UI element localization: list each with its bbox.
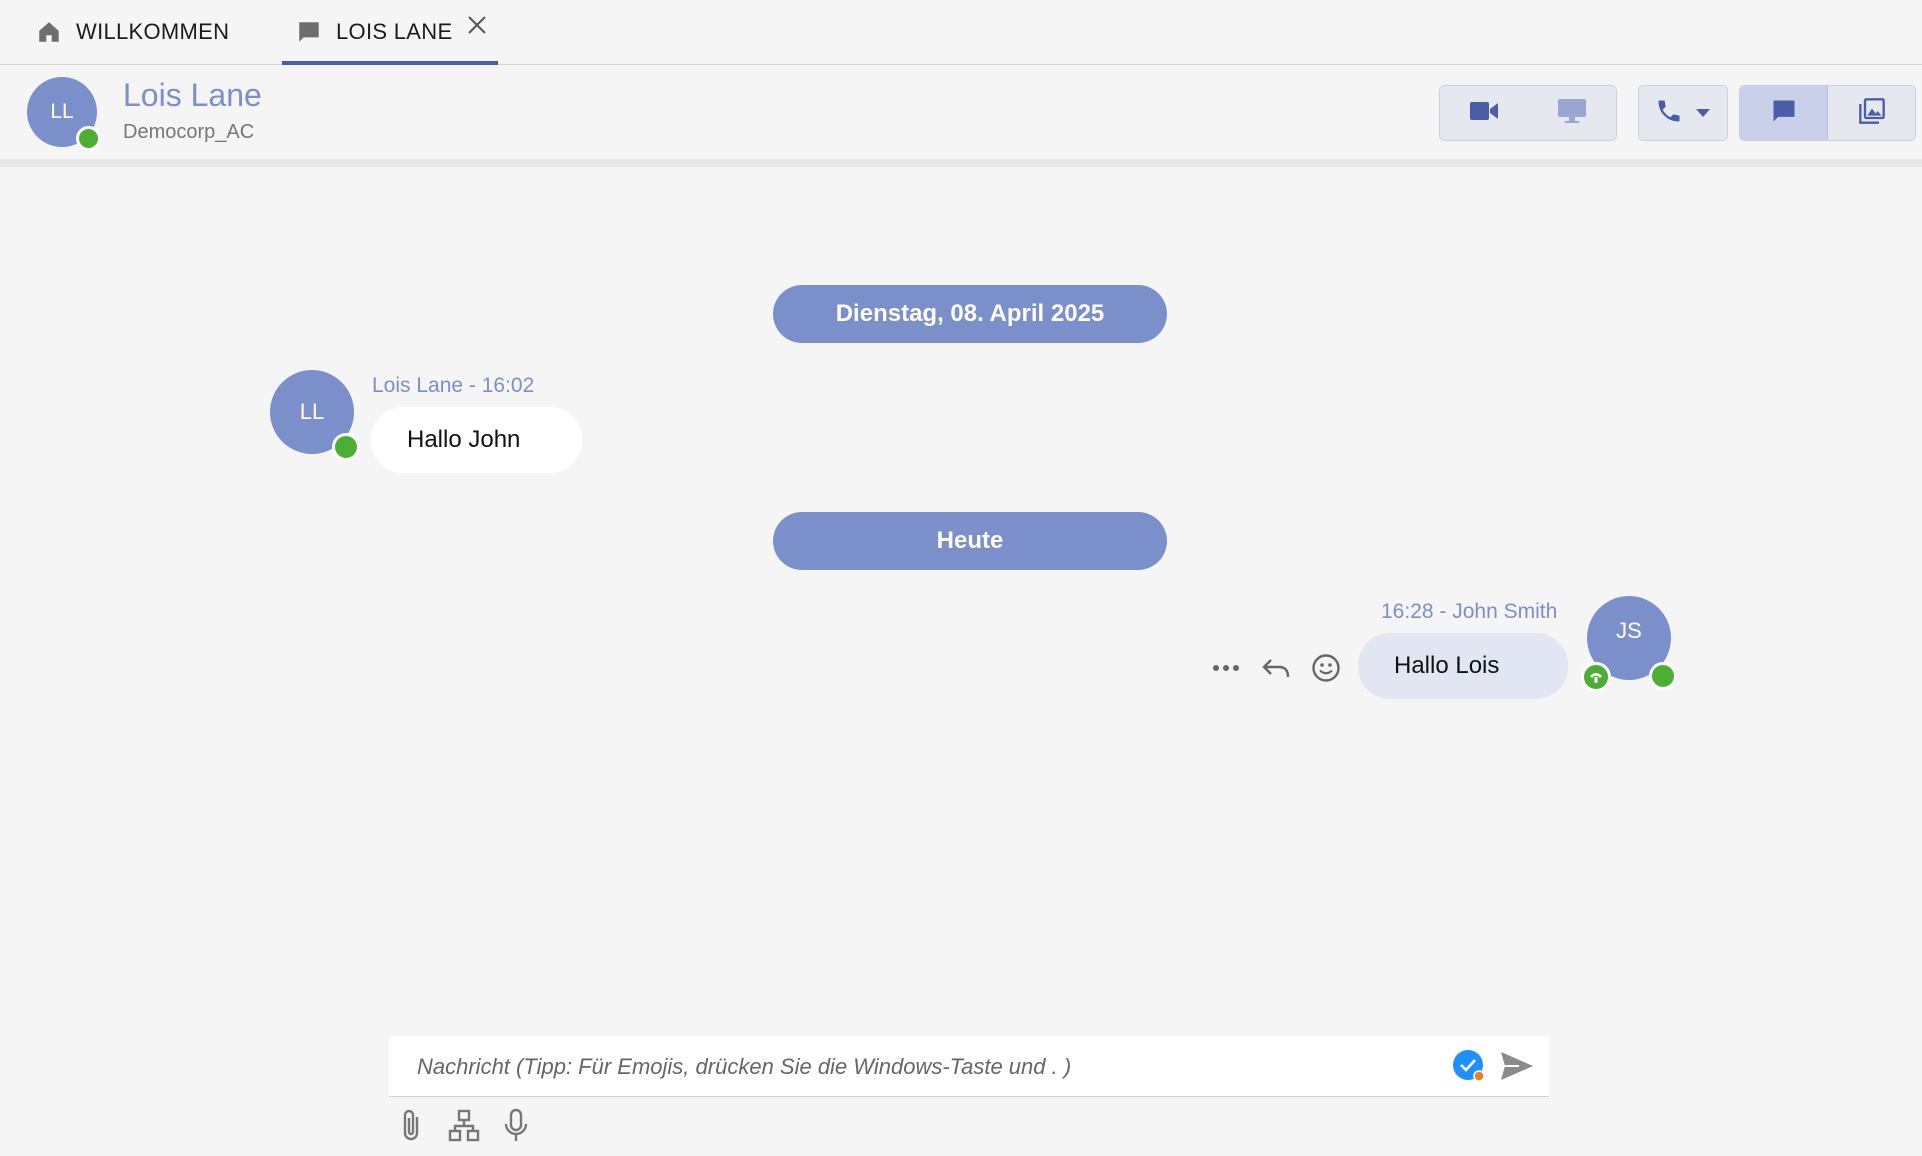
message-meta: Lois Lane - 16:02 <box>372 374 535 397</box>
chat-bubble-icon <box>296 19 322 45</box>
screen-share-button[interactable] <box>1528 86 1616 140</box>
send-icon[interactable] <box>1499 1050 1535 1082</box>
message-text: Hallo Lois <box>1394 652 1500 679</box>
chat-view-button[interactable] <box>1740 86 1828 140</box>
message-bubble-incoming[interactable]: Hallo John <box>371 407 582 473</box>
tab-bar: WILLKOMMEN LOIS LANE <box>0 0 1922 65</box>
reply-icon[interactable] <box>1258 650 1294 686</box>
contact-organization: Democorp_AC <box>123 121 255 143</box>
message-composer <box>389 1036 1549 1097</box>
video-call-icon <box>1468 99 1500 128</box>
phone-call-button[interactable] <box>1639 86 1727 140</box>
contact-header: LL Lois Lane Democorp_AC <box>0 65 1922 167</box>
view-toggle-group <box>1739 85 1916 141</box>
call-button-group <box>1439 85 1617 141</box>
screen-share-icon <box>1557 98 1587 129</box>
more-options-icon[interactable] <box>1208 650 1244 686</box>
microphone-icon[interactable] <box>496 1106 536 1146</box>
message-bubble-outgoing[interactable]: Hallo Lois <box>1358 633 1568 699</box>
avatar[interactable]: LL <box>270 370 360 461</box>
avatar-initials: JS <box>1616 618 1642 643</box>
tab-lois-lane[interactable]: LOIS LANE <box>282 0 499 65</box>
contact-name[interactable]: Lois Lane <box>123 77 262 114</box>
presence-online-indicator <box>1649 662 1677 690</box>
phone-status-icon <box>1581 662 1611 692</box>
avatar[interactable]: JS <box>1581 596 1677 692</box>
tab-label: WILLKOMMEN <box>76 19 230 44</box>
composer-toolbar <box>392 1106 548 1146</box>
spellcheck-icon[interactable] <box>1452 1049 1486 1083</box>
emoji-reaction-icon[interactable] <box>1308 650 1344 686</box>
attachment-icon[interactable] <box>392 1106 432 1146</box>
chevron-down-icon[interactable] <box>1695 108 1711 118</box>
phone-button-group <box>1638 85 1728 141</box>
chat-icon <box>1769 97 1799 130</box>
date-separator: Heute <box>773 512 1167 570</box>
message-actions <box>1208 650 1358 686</box>
avatar[interactable]: LL <box>27 77 101 151</box>
tab-willkommen[interactable]: WILLKOMMEN <box>36 0 229 64</box>
gallery-view-button[interactable] <box>1828 86 1915 140</box>
video-call-button[interactable] <box>1440 86 1528 140</box>
date-separator: Dienstag, 08. April 2025 <box>773 285 1167 343</box>
avatar-initials: LL <box>299 399 325 424</box>
home-icon <box>36 19 62 45</box>
message-meta: 16:28 - John Smith <box>1381 600 1558 623</box>
message-input[interactable] <box>415 1046 1419 1088</box>
tab-label: LOIS LANE <box>336 19 453 44</box>
message-text: Hallo John <box>407 426 521 453</box>
presence-online-indicator <box>76 126 101 151</box>
gallery-icon <box>1858 97 1886 130</box>
avatar-initials: LL <box>50 100 74 123</box>
organization-chart-icon[interactable] <box>444 1106 484 1146</box>
close-icon[interactable] <box>466 14 488 36</box>
presence-online-indicator <box>332 433 360 461</box>
phone-icon <box>1655 97 1683 130</box>
